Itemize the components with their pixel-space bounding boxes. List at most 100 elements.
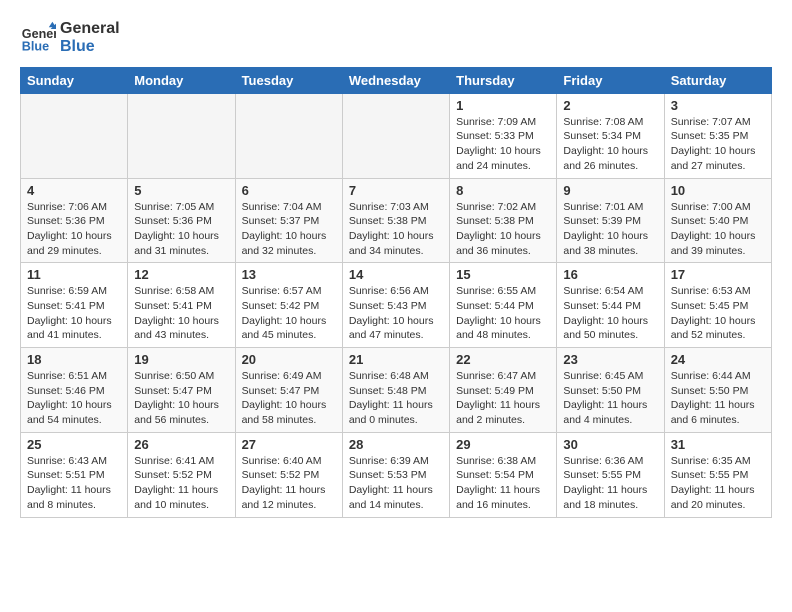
col-header-saturday: Saturday — [664, 67, 771, 93]
day-info: Sunrise: 6:48 AMSunset: 5:48 PMDaylight:… — [349, 369, 443, 428]
svg-text:Blue: Blue — [22, 40, 49, 54]
calendar-cell: 8 Sunrise: 7:02 AMSunset: 5:38 PMDaylight… — [450, 178, 557, 263]
day-number: 18 — [27, 352, 121, 367]
calendar-cell: 4 Sunrise: 7:06 AMSunset: 5:36 PMDaylight… — [21, 178, 128, 263]
calendar-cell: 10 Sunrise: 7:00 AMSunset: 5:40 PMDayligh… — [664, 178, 771, 263]
day-number: 15 — [456, 267, 550, 282]
calendar-cell: 9Sunrise: 7:01 AMSunset: 5:39 PMDaylight… — [557, 178, 664, 263]
day-info: Sunrise: 6:57 AMSunset: 5:42 PMDaylight:… — [242, 284, 336, 343]
calendar-cell: 29Sunrise: 6:38 AMSunset: 5:54 PMDayligh… — [450, 432, 557, 517]
calendar-cell: 17 Sunrise: 6:53 AMSunset: 5:45 PMDayligh… — [664, 263, 771, 348]
day-number: 9 — [563, 183, 657, 198]
day-number: 22 — [456, 352, 550, 367]
day-number: 11 — [27, 267, 121, 282]
day-info: Sunrise: 6:50 AMSunset: 5:47 PMDaylight:… — [134, 369, 228, 428]
calendar-cell: 12 Sunrise: 6:58 AMSunset: 5:41 PMDayligh… — [128, 263, 235, 348]
day-number: 20 — [242, 352, 336, 367]
day-number: 28 — [349, 437, 443, 452]
calendar-cell: 2 Sunrise: 7:08 AMSunset: 5:34 PMDaylight… — [557, 93, 664, 178]
day-info: Sunrise: 6:51 AMSunset: 5:46 PMDaylight:… — [27, 369, 121, 428]
day-number: 2 — [563, 98, 657, 113]
day-number: 26 — [134, 437, 228, 452]
calendar-cell: 31 Sunrise: 6:35 AMSunset: 5:55 PMDayligh… — [664, 432, 771, 517]
day-info: Sunrise: 7:04 AMSunset: 5:37 PMDaylight:… — [242, 200, 336, 259]
calendar-cell: 15 Sunrise: 6:55 AMSunset: 5:44 PMDayligh… — [450, 263, 557, 348]
col-header-sunday: Sunday — [21, 67, 128, 93]
calendar-cell: 20 Sunrise: 6:49 AMSunset: 5:47 PMDayligh… — [235, 348, 342, 433]
calendar-cell — [128, 93, 235, 178]
day-number: 3 — [671, 98, 765, 113]
calendar-cell: 22 Sunrise: 6:47 AMSunset: 5:49 PMDayligh… — [450, 348, 557, 433]
day-info: Sunrise: 6:40 AMSunset: 5:52 PMDaylight:… — [242, 454, 336, 513]
day-info: Sunrise: 6:53 AMSunset: 5:45 PMDaylight:… — [671, 284, 765, 343]
day-number: 4 — [27, 183, 121, 198]
day-info: Sunrise: 6:47 AMSunset: 5:49 PMDaylight:… — [456, 369, 550, 428]
calendar-cell: 24Sunrise: 6:44 AMSunset: 5:50 PMDayligh… — [664, 348, 771, 433]
calendar-cell: 6 Sunrise: 7:04 AMSunset: 5:37 PMDaylight… — [235, 178, 342, 263]
calendar-week-3: 11 Sunrise: 6:59 AMSunset: 5:41 PMDayligh… — [21, 263, 772, 348]
logo: General Blue General Blue — [20, 20, 120, 57]
calendar-table: SundayMondayTuesdayWednesdayThursdayFrid… — [20, 67, 772, 518]
day-info: Sunrise: 6:55 AMSunset: 5:44 PMDaylight:… — [456, 284, 550, 343]
col-header-friday: Friday — [557, 67, 664, 93]
day-info: Sunrise: 6:59 AMSunset: 5:41 PMDaylight:… — [27, 284, 121, 343]
calendar-cell: 19 Sunrise: 6:50 AMSunset: 5:47 PMDayligh… — [128, 348, 235, 433]
day-info: Sunrise: 6:49 AMSunset: 5:47 PMDaylight:… — [242, 369, 336, 428]
calendar-cell: 27Sunrise: 6:40 AMSunset: 5:52 PMDayligh… — [235, 432, 342, 517]
day-number: 24 — [671, 352, 765, 367]
page-header: General Blue General Blue — [20, 20, 772, 57]
calendar-cell — [342, 93, 449, 178]
day-info: Sunrise: 6:38 AMSunset: 5:54 PMDaylight:… — [456, 454, 550, 513]
calendar-cell: 28 Sunrise: 6:39 AMSunset: 5:53 PMDayligh… — [342, 432, 449, 517]
calendar-header-row: SundayMondayTuesdayWednesdayThursdayFrid… — [21, 67, 772, 93]
day-info: Sunrise: 7:00 AMSunset: 5:40 PMDaylight:… — [671, 200, 765, 259]
day-number: 12 — [134, 267, 228, 282]
day-number: 1 — [456, 98, 550, 113]
day-info: Sunrise: 7:02 AMSunset: 5:38 PMDaylight:… — [456, 200, 550, 259]
calendar-cell — [235, 93, 342, 178]
day-info: Sunrise: 7:08 AMSunset: 5:34 PMDaylight:… — [563, 115, 657, 174]
calendar-cell: 14Sunrise: 6:56 AMSunset: 5:43 PMDayligh… — [342, 263, 449, 348]
day-number: 25 — [27, 437, 121, 452]
calendar-cell — [21, 93, 128, 178]
col-header-wednesday: Wednesday — [342, 67, 449, 93]
day-number: 7 — [349, 183, 443, 198]
calendar-cell: 7 Sunrise: 7:03 AMSunset: 5:38 PMDaylight… — [342, 178, 449, 263]
day-info: Sunrise: 7:05 AMSunset: 5:36 PMDaylight:… — [134, 200, 228, 259]
calendar-cell: 30 Sunrise: 6:36 AMSunset: 5:55 PMDayligh… — [557, 432, 664, 517]
col-header-thursday: Thursday — [450, 67, 557, 93]
day-number: 5 — [134, 183, 228, 198]
day-number: 14 — [349, 267, 443, 282]
day-info: Sunrise: 6:35 AMSunset: 5:55 PMDaylight:… — [671, 454, 765, 513]
day-number: 16 — [563, 267, 657, 282]
day-number: 10 — [671, 183, 765, 198]
day-info: Sunrise: 6:39 AMSunset: 5:53 PMDaylight:… — [349, 454, 443, 513]
day-info: Sunrise: 6:36 AMSunset: 5:55 PMDaylight:… — [563, 454, 657, 513]
day-info: Sunrise: 7:03 AMSunset: 5:38 PMDaylight:… — [349, 200, 443, 259]
day-info: Sunrise: 7:09 AMSunset: 5:33 PMDaylight:… — [456, 115, 550, 174]
day-info: Sunrise: 6:41 AMSunset: 5:52 PMDaylight:… — [134, 454, 228, 513]
calendar-cell: 23 Sunrise: 6:45 AMSunset: 5:50 PMDayligh… — [557, 348, 664, 433]
day-number: 19 — [134, 352, 228, 367]
calendar-cell: 11 Sunrise: 6:59 AMSunset: 5:41 PMDayligh… — [21, 263, 128, 348]
day-info: Sunrise: 6:58 AMSunset: 5:41 PMDaylight:… — [134, 284, 228, 343]
calendar-week-4: 18 Sunrise: 6:51 AMSunset: 5:46 PMDayligh… — [21, 348, 772, 433]
day-number: 8 — [456, 183, 550, 198]
calendar-cell: 16Sunrise: 6:54 AMSunset: 5:44 PMDayligh… — [557, 263, 664, 348]
day-number: 21 — [349, 352, 443, 367]
logo-general: General — [60, 20, 120, 38]
calendar-cell: 1 Sunrise: 7:09 AMSunset: 5:33 PMDaylight… — [450, 93, 557, 178]
calendar-week-5: 25Sunrise: 6:43 AMSunset: 5:51 PMDayligh… — [21, 432, 772, 517]
day-number: 31 — [671, 437, 765, 452]
day-info: Sunrise: 7:06 AMSunset: 5:36 PMDaylight:… — [27, 200, 121, 259]
calendar-cell: 25Sunrise: 6:43 AMSunset: 5:51 PMDayligh… — [21, 432, 128, 517]
calendar-cell: 5 Sunrise: 7:05 AMSunset: 5:36 PMDaylight… — [128, 178, 235, 263]
day-number: 17 — [671, 267, 765, 282]
day-info: Sunrise: 6:45 AMSunset: 5:50 PMDaylight:… — [563, 369, 657, 428]
col-header-tuesday: Tuesday — [235, 67, 342, 93]
calendar-cell: 26 Sunrise: 6:41 AMSunset: 5:52 PMDayligh… — [128, 432, 235, 517]
day-number: 6 — [242, 183, 336, 198]
calendar-cell: 21 Sunrise: 6:48 AMSunset: 5:48 PMDayligh… — [342, 348, 449, 433]
day-number: 23 — [563, 352, 657, 367]
day-number: 30 — [563, 437, 657, 452]
